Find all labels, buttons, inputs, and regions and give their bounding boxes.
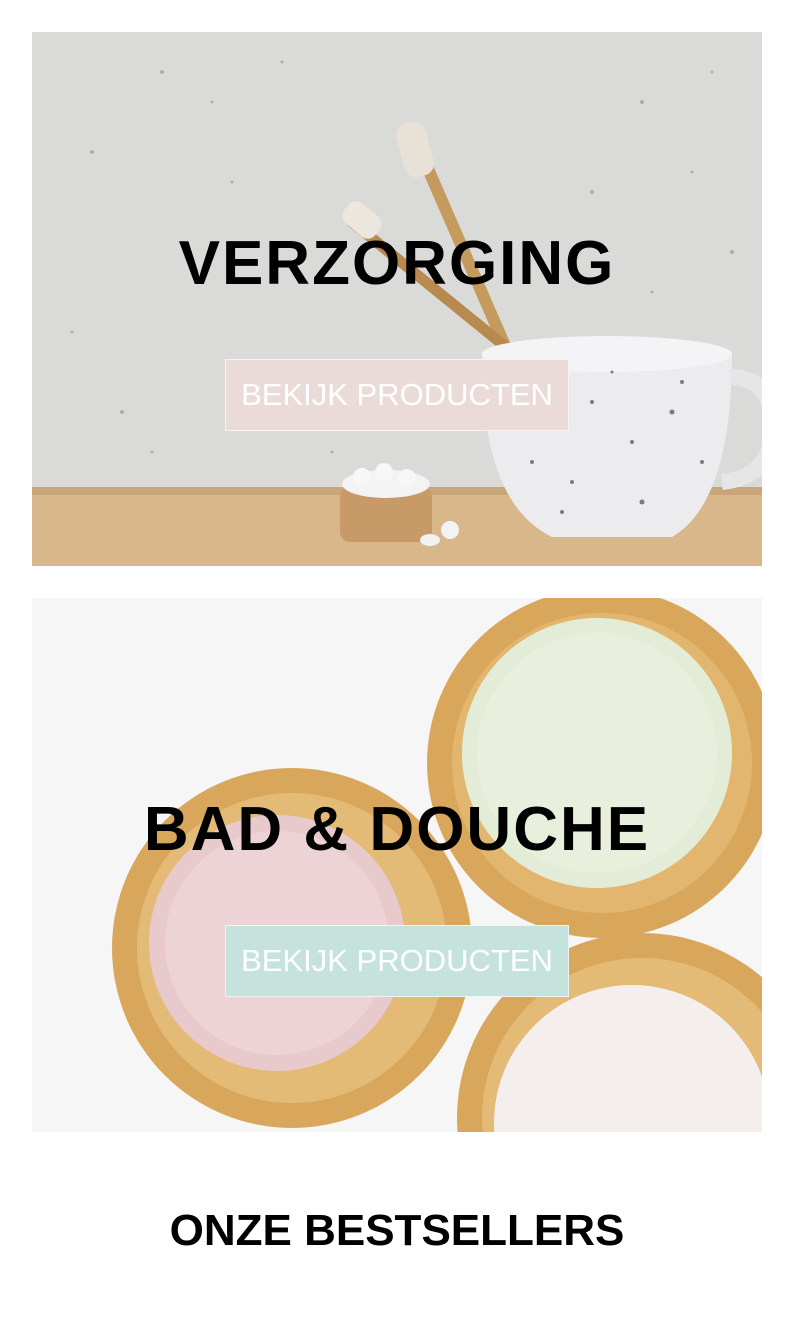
view-products-button[interactable]: BEKIJK PRODUCTEN xyxy=(225,925,569,997)
banner-title: VERZORGING xyxy=(178,229,616,298)
category-banner-verzorging[interactable]: VERZORGING BEKIJK PRODUCTEN xyxy=(32,32,762,566)
bathroom-photo xyxy=(32,32,762,566)
category-banner-bad-douche[interactable]: BAD & DOUCHE BEKIJK PRODUCTEN xyxy=(32,598,762,1132)
bestsellers-heading: ONZE BESTSELLERS xyxy=(169,1206,625,1255)
shampoo-bars-photo xyxy=(32,598,762,1132)
view-products-button[interactable]: BEKIJK PRODUCTEN xyxy=(225,359,569,431)
banner-title: BAD & DOUCHE xyxy=(143,795,651,864)
